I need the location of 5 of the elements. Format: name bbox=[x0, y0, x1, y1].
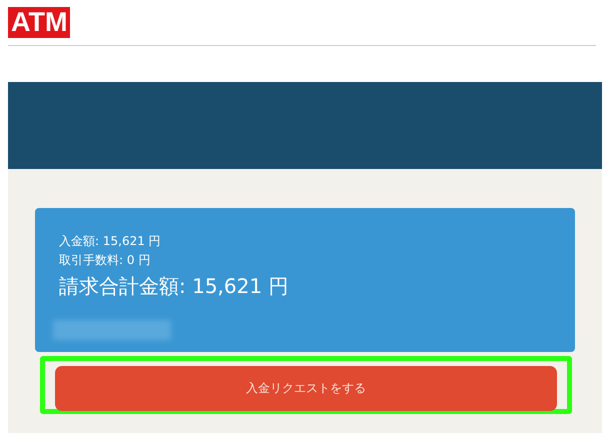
total-amount: 請求合計金額: 15,621 円 bbox=[59, 273, 290, 300]
deposit-request-button[interactable]: 入金リクエストをする bbox=[55, 366, 557, 411]
atm-logo: ATM bbox=[8, 7, 70, 38]
fee-line: 取引手数料: 0 円 bbox=[59, 252, 152, 269]
deposit-amount: 入金額: 15,621 円 bbox=[59, 233, 162, 250]
